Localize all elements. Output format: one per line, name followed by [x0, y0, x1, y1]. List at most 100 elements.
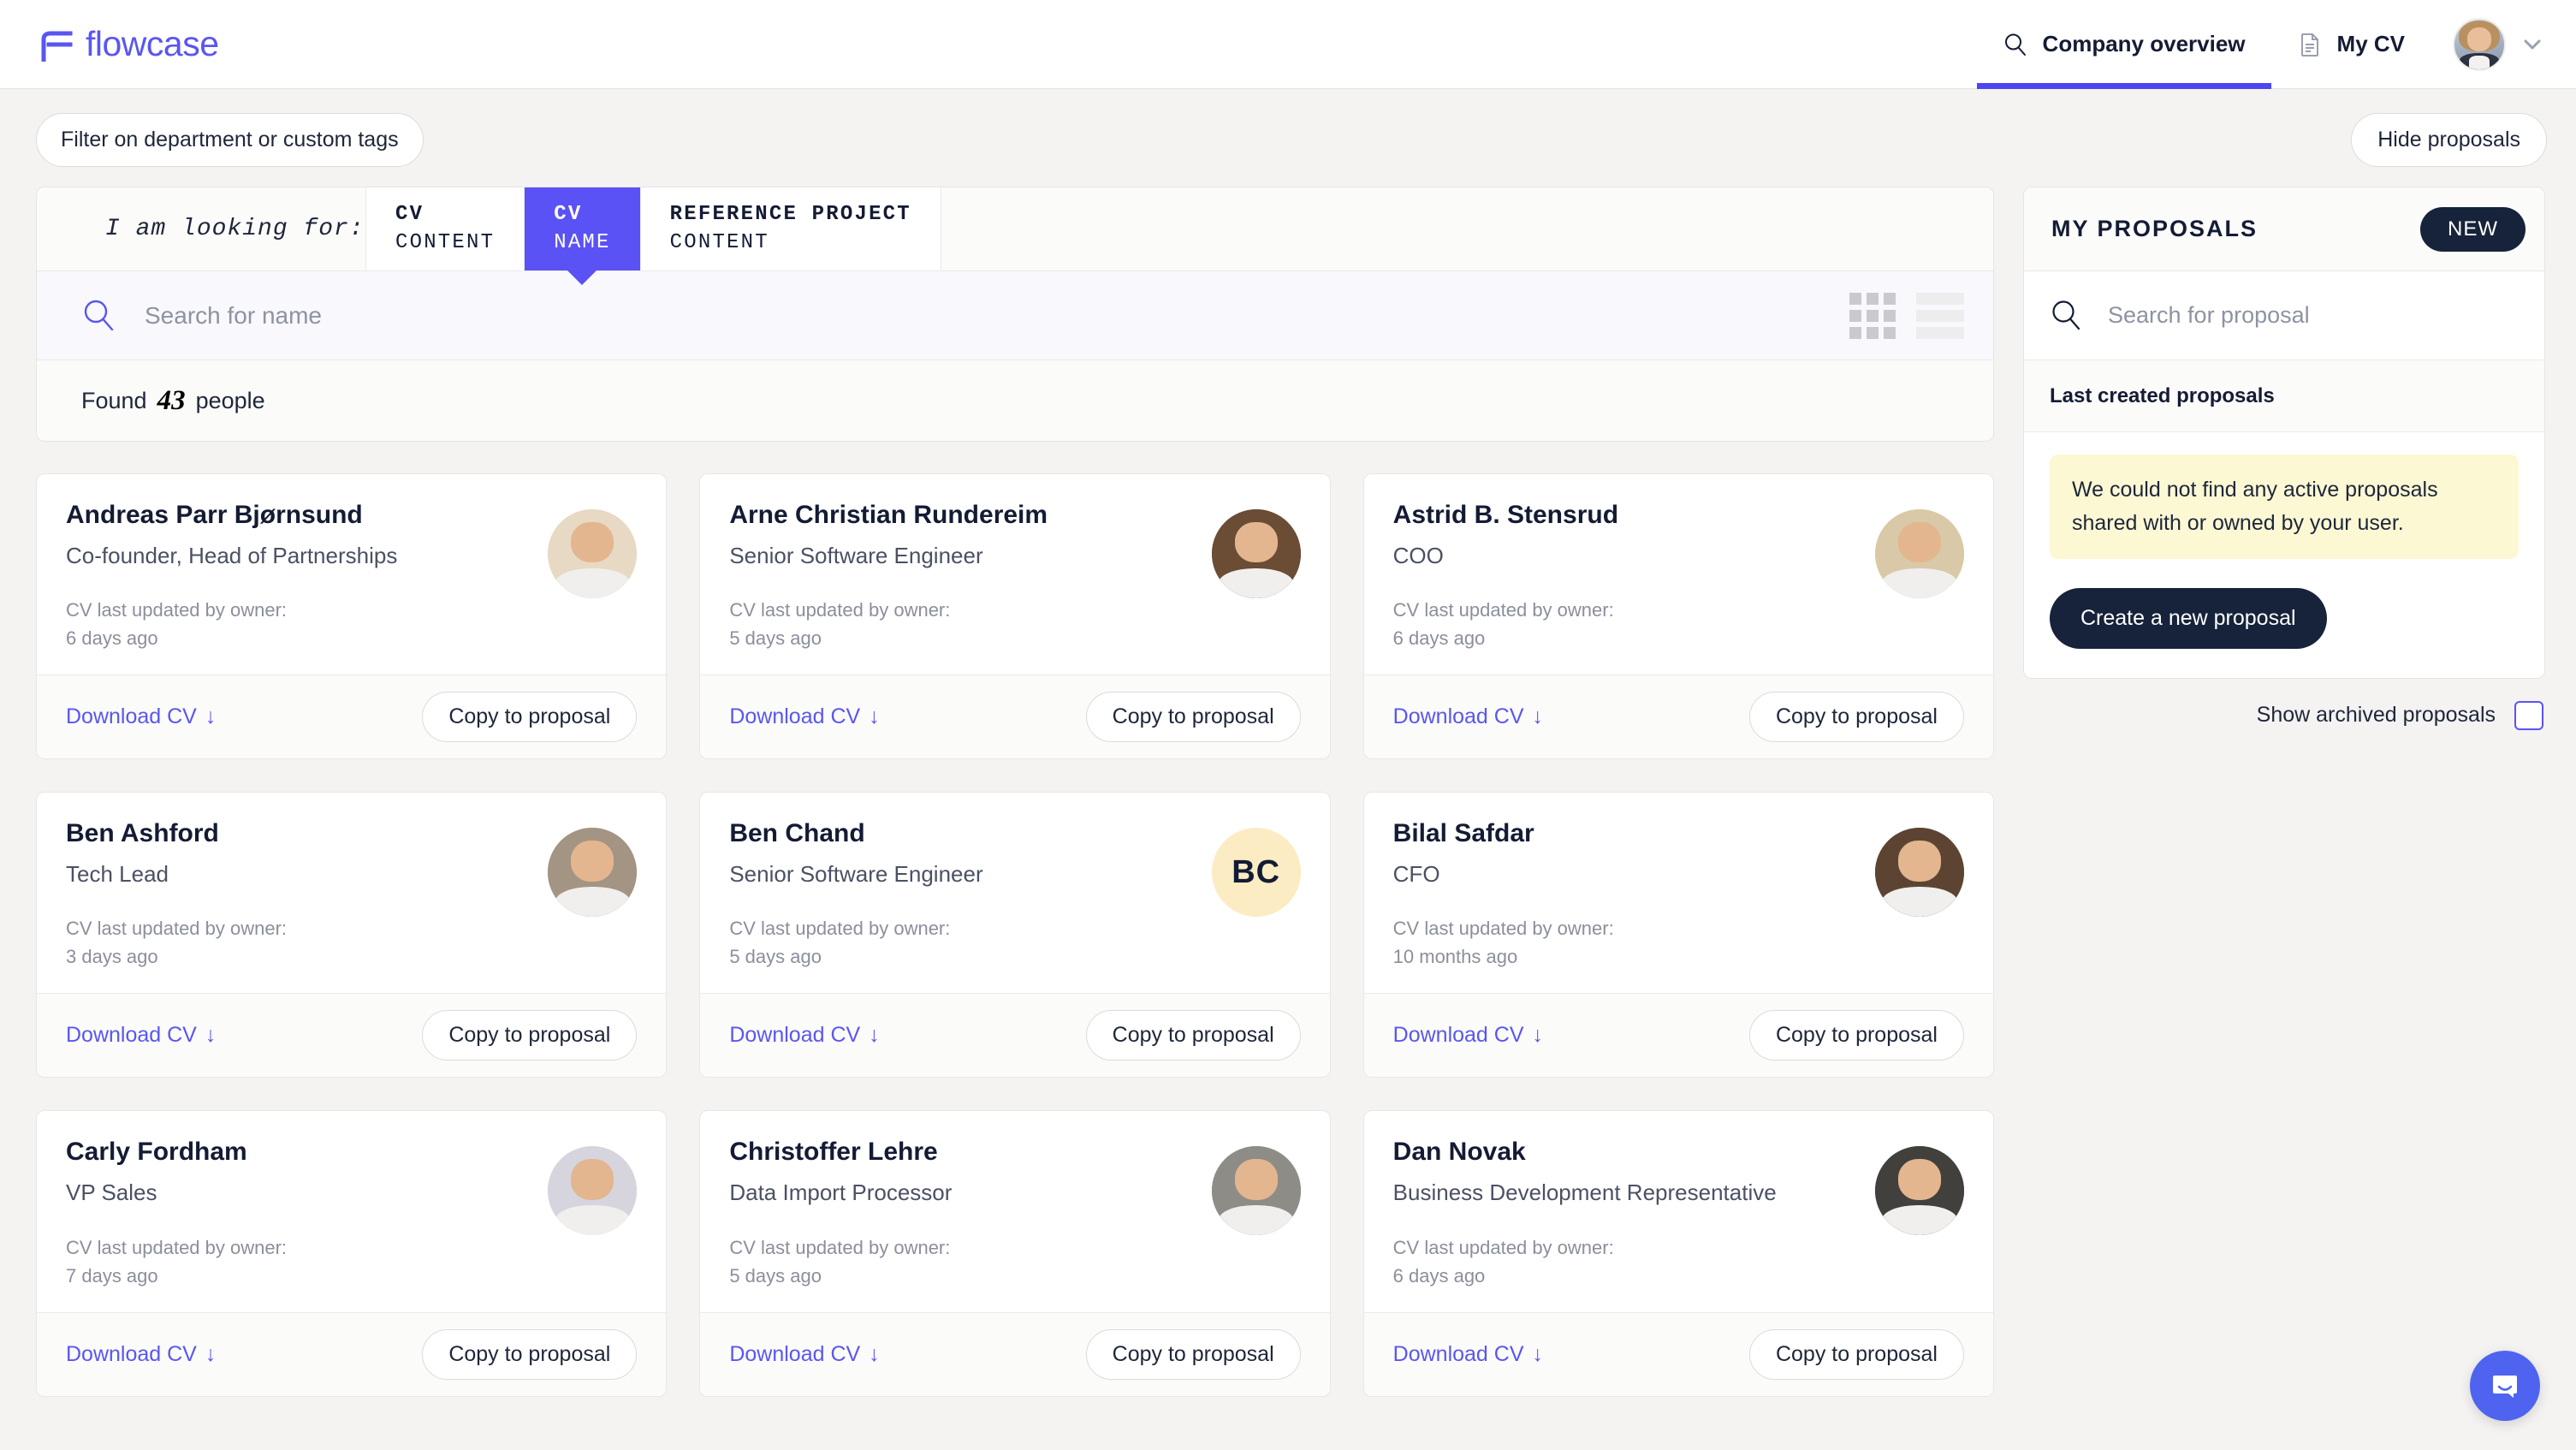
person-card[interactable]: Ben Ashford Tech Lead CV last updated by o…	[36, 792, 668, 1079]
create-new-proposal-button[interactable]: Create a new proposal	[2050, 587, 2327, 649]
download-cv-link[interactable]: Download CV ↓	[66, 1023, 216, 1048]
empty-proposals-notice: We could not find any active proposals s…	[2050, 455, 2519, 559]
search-mode-tabs: I am looking for: CV CONTENT CV NAME REF…	[37, 187, 1993, 271]
hide-proposals-button[interactable]: Hide proposals	[2351, 113, 2547, 167]
tab-reference-project-content[interactable]: REFERENCE PROJECT CONTENT	[639, 187, 941, 270]
nav-my-cv[interactable]: My CV	[2271, 0, 2431, 89]
person-avatar	[1211, 1146, 1301, 1236]
download-cv-link[interactable]: Download CV ↓	[1393, 1342, 1543, 1367]
search-input[interactable]	[145, 301, 1832, 330]
person-name: Ben Chand	[729, 819, 865, 848]
copy-to-proposal-button[interactable]: Copy to proposal	[1748, 1010, 1964, 1061]
updated-label: CV last updated by owner:	[66, 1236, 288, 1258]
filter-row: Filter on department or custom tags Hide…	[0, 89, 2576, 167]
updated-label: CV last updated by owner:	[729, 1236, 951, 1258]
list-view-icon[interactable]	[1916, 292, 1964, 339]
tab-reference-line1: REFERENCE PROJECT	[669, 203, 911, 227]
download-cv-link[interactable]: Download CV ↓	[729, 1342, 879, 1367]
person-avatar	[548, 509, 638, 598]
person-name: Arne Christian Rundereim	[729, 501, 1048, 529]
copy-to-proposal-button[interactable]: Copy to proposal	[422, 1328, 638, 1380]
person-card[interactable]: Carly Fordham VP Sales CV last updated by …	[36, 1110, 668, 1397]
person-avatar	[1874, 1146, 1964, 1236]
my-proposals-panel: MY PROPOSALS NEW Last created proposals …	[2023, 187, 2545, 679]
person-info: Dan Novak Business Development Representa…	[1393, 1138, 1875, 1289]
person-avatar	[1211, 509, 1301, 598]
brand-logo[interactable]: flowcase	[0, 24, 219, 64]
person-info: Carly Fordham VP Sales CV last updated by …	[66, 1138, 548, 1289]
copy-to-proposal-button[interactable]: Copy to proposal	[1085, 1010, 1301, 1061]
download-cv-link[interactable]: Download CV ↓	[66, 704, 216, 729]
person-info: Arne Christian Rundereim Senior Software …	[729, 501, 1211, 652]
person-card[interactable]: Dan Novak Business Development Representa…	[1362, 1110, 1994, 1397]
person-card[interactable]: Ben Chand Senior Software Engineer CV last…	[699, 792, 1331, 1079]
download-cv-link[interactable]: Download CV ↓	[1393, 1023, 1543, 1048]
copy-to-proposal-button[interactable]: Copy to proposal	[1748, 1328, 1964, 1380]
copy-to-proposal-button[interactable]: Copy to proposal	[1085, 692, 1301, 743]
user-avatar[interactable]	[2453, 17, 2506, 71]
download-cv-link[interactable]: Download CV ↓	[729, 1023, 879, 1048]
proposal-search-input[interactable]	[2108, 302, 2519, 329]
updated-label: CV last updated by owner:	[66, 918, 288, 940]
chat-bubble-button[interactable]	[2470, 1351, 2540, 1421]
chevron-down-icon[interactable]	[2518, 30, 2547, 59]
person-name: Astrid B. Stensrud	[1392, 501, 1619, 529]
person-card[interactable]: Astrid B. Stensrud COO CV last updated by …	[1362, 473, 1994, 760]
nav-company-overview[interactable]: Company overview	[1976, 0, 2271, 89]
proposals-content: We could not find any active proposals s…	[2024, 432, 2544, 678]
proposals-title: MY PROPOSALS	[2051, 216, 2258, 241]
person-name: Dan Novak	[1392, 1138, 1526, 1167]
person-info: Ben Chand Senior Software Engineer CV last…	[729, 819, 1211, 971]
search-icon	[84, 300, 114, 330]
person-card-body: Bilal Safdar CFO CV last updated by owner:…	[1364, 793, 1993, 993]
download-arrow-icon: ↓	[869, 1023, 880, 1048]
person-card[interactable]: Bilal Safdar CFO CV last updated by owner:…	[1362, 792, 1994, 1079]
person-card-actions: Download CV ↓ Copy to proposal	[1363, 674, 1993, 759]
show-archived-label: Show archived proposals	[2256, 703, 2496, 727]
avatar-initials: BC	[1232, 853, 1281, 890]
person-info: Christoffer Lehre Data Import Processor CV…	[729, 1138, 1211, 1289]
copy-to-proposal-button[interactable]: Copy to proposal	[422, 692, 638, 743]
person-title: Data Import Processor	[729, 1180, 953, 1206]
found-count: 43	[157, 384, 186, 416]
tab-reference-line2: CONTENT	[669, 230, 769, 254]
show-archived-checkbox[interactable]	[2514, 700, 2543, 730]
download-cv-label: Download CV	[66, 1023, 197, 1048]
chat-bubble-icon	[2493, 1376, 2517, 1398]
person-title: Tech Lead	[66, 861, 169, 888]
person-card[interactable]: Christoffer Lehre Data Import Processor CV…	[699, 1110, 1331, 1397]
department-filter-button[interactable]: Filter on department or custom tags	[36, 113, 424, 167]
person-card[interactable]: Andreas Parr Bjørnsund Co-founder, Head o…	[36, 473, 668, 760]
download-cv-label: Download CV	[729, 1023, 861, 1048]
person-title: Senior Software Engineer	[729, 543, 983, 568]
download-cv-link[interactable]: Download CV ↓	[729, 704, 879, 729]
copy-to-proposal-button[interactable]: Copy to proposal	[1748, 692, 1964, 743]
download-cv-label: Download CV	[1392, 704, 1524, 729]
person-title: CFO	[1392, 861, 1440, 888]
found-suffix: people	[195, 387, 265, 413]
person-info: Astrid B. Stensrud COO CV last updated by …	[1393, 501, 1875, 652]
person-card-body: Astrid B. Stensrud COO CV last updated by …	[1364, 474, 1993, 674]
tab-filler	[940, 187, 1993, 270]
person-card-actions: Download CV ↓ Copy to proposal	[37, 1311, 667, 1396]
copy-to-proposal-button[interactable]: Copy to proposal	[1085, 1328, 1301, 1380]
tab-cv-name[interactable]: CV NAME	[524, 187, 640, 270]
person-title: Senior Software Engineer	[729, 861, 983, 888]
updated-label: CV last updated by owner:	[1392, 918, 1614, 940]
person-updated-meta: CV last updated by owner: 10 months ago	[1393, 914, 1861, 971]
person-card-body: Ben Chand Senior Software Engineer CV last…	[700, 793, 1329, 993]
new-proposal-badge[interactable]: NEW	[2420, 206, 2526, 252]
nav-my-cv-label: My CV	[2336, 31, 2405, 56]
updated-value: 5 days ago	[729, 1264, 822, 1287]
person-info: Ben Ashford Tech Lead CV last updated by o…	[66, 819, 548, 971]
person-card[interactable]: Arne Christian Rundereim Senior Software …	[699, 473, 1331, 760]
copy-to-proposal-button[interactable]: Copy to proposal	[422, 1010, 638, 1061]
download-cv-link[interactable]: Download CV ↓	[66, 1342, 216, 1367]
download-arrow-icon: ↓	[205, 704, 217, 729]
person-updated-meta: CV last updated by owner: 3 days ago	[66, 914, 534, 971]
download-cv-link[interactable]: Download CV ↓	[1393, 704, 1543, 729]
person-card-actions: Download CV ↓ Copy to proposal	[37, 674, 667, 759]
grid-view-icon[interactable]	[1849, 292, 1896, 339]
person-card-body: Andreas Parr Bjørnsund Co-founder, Head o…	[37, 474, 666, 674]
tab-cv-content[interactable]: CV CONTENT	[366, 187, 525, 270]
